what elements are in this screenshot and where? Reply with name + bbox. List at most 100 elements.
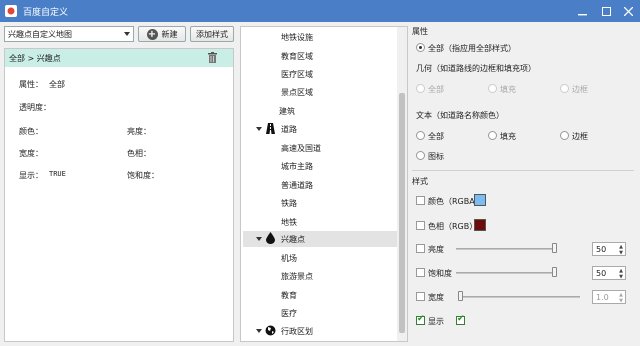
saturation-stepper[interactable]: 50 ▲ ▼ — [592, 266, 626, 280]
lightness-slider-thumb[interactable] — [552, 243, 557, 253]
app-icon — [5, 5, 17, 17]
tree-item[interactable]: 地铁设施 — [281, 32, 313, 43]
saturation-slider-thumb[interactable] — [552, 267, 557, 277]
close-button[interactable] — [616, 0, 640, 22]
tree-item[interactable]: 教育区域 — [281, 51, 313, 62]
style-list: 全部 > 兴趣点 属性： 全部 透明度： 颜色： 亮度： 宽度： 色相： 显示：… — [4, 48, 234, 342]
globe-icon — [265, 325, 276, 336]
lightness-label: 亮度 — [428, 245, 444, 254]
geom-border-radio[interactable] — [560, 84, 569, 93]
text-all-radio[interactable] — [416, 131, 425, 140]
minimize-icon — [577, 13, 587, 15]
text-fill-label: 填充 — [500, 132, 516, 141]
hue-checkbox[interactable] — [416, 221, 425, 230]
width-label: 宽度： — [19, 149, 43, 158]
plus-icon: + — [146, 28, 158, 40]
width-checkbox[interactable] — [416, 292, 425, 301]
geom-all-label: 全部 — [428, 85, 444, 94]
visible-value-checkbox[interactable] — [456, 314, 465, 325]
tree-item[interactable]: 兴趣点 — [281, 234, 305, 245]
text-border-label: 边框 — [572, 132, 588, 141]
saturation-value: 50 — [596, 268, 607, 278]
tree-item[interactable]: 旅游景点 — [281, 271, 313, 282]
tree-item[interactable]: 地铁 — [281, 217, 297, 228]
geom-border-label: 边框 — [572, 85, 588, 94]
map-select-value: 兴趣点自定义地图 — [8, 29, 72, 39]
maximize-button[interactable] — [594, 0, 618, 22]
spin-down-icon[interactable]: ▼ — [619, 274, 623, 280]
hue-label: 色相： — [127, 149, 151, 158]
lightness-value: 50 — [596, 244, 607, 254]
tree-item[interactable]: 教育 — [281, 290, 297, 301]
color-checkbox[interactable] — [416, 196, 425, 205]
attr-value: 全部 — [49, 80, 65, 89]
expand-arrow-icon[interactable] — [256, 237, 262, 241]
geom-fill-radio[interactable] — [488, 84, 497, 93]
tree-item[interactable]: 城市主路 — [281, 161, 313, 172]
tree-item[interactable]: 建筑 — [279, 106, 295, 117]
width-slider-thumb[interactable] — [458, 291, 463, 301]
visible-checkbox[interactable] — [416, 314, 425, 325]
saturation-label: 饱和度 — [428, 269, 452, 278]
style-row-label: 全部 > 兴趣点 — [9, 53, 61, 63]
geom-all-radio[interactable] — [416, 84, 425, 93]
maximize-icon — [601, 6, 611, 16]
spin-down-icon[interactable]: ▼ — [619, 298, 623, 304]
add-style-button[interactable]: 添加样式 — [190, 26, 234, 42]
opacity-label: 透明度： — [19, 103, 51, 112]
visible-label: 显示： — [19, 171, 43, 180]
new-button-label: 新建 — [161, 29, 178, 39]
chevron-down-icon — [124, 32, 130, 36]
layer-style-panel: 兴趣点自定义地图 + 新建 添加样式 全部 > 兴趣点 属性： 全部 透明度： … — [4, 26, 236, 342]
add-style-button-label: 添加样式 — [196, 29, 228, 39]
new-button[interactable]: + 新建 — [138, 26, 186, 42]
window-title: 百度自定义 — [23, 7, 69, 18]
tree-item[interactable]: 行政区划 — [281, 326, 313, 337]
hue-swatch[interactable] — [474, 219, 486, 231]
geom-fill-label: 填充 — [500, 85, 516, 94]
saturation-slider[interactable] — [456, 272, 556, 274]
tree-item[interactable]: 景点区域 — [281, 87, 313, 98]
text-all-label: 全部 — [428, 132, 444, 141]
lightness-slider[interactable] — [456, 248, 556, 250]
attr-all-radio[interactable] — [416, 43, 425, 52]
minimize-button[interactable] — [570, 0, 594, 22]
divider — [412, 170, 634, 171]
trash-icon[interactable] — [208, 52, 217, 63]
properties-panel: 属性 全部（指应用全部样式） 几何（如道路线的边框和填充项） 全部 填充 边框 … — [412, 26, 636, 342]
lightness-stepper[interactable]: 50 ▲ ▼ — [592, 242, 626, 256]
drop-icon — [266, 232, 275, 244]
map-select[interactable]: 兴趣点自定义地图 — [4, 26, 134, 42]
tree-item[interactable]: 铁路 — [281, 198, 297, 209]
width-slider[interactable] — [460, 296, 580, 298]
width-value: 1.0 — [596, 292, 609, 302]
tree-item[interactable]: 医疗区域 — [281, 69, 313, 80]
hue-label: 色相（RGB） — [428, 222, 478, 231]
color-swatch[interactable] — [474, 194, 486, 206]
visible-value: TRUE — [49, 170, 66, 178]
tree-item[interactable]: 机场 — [281, 253, 297, 264]
spin-down-icon[interactable]: ▼ — [619, 250, 623, 256]
text-icon-radio[interactable] — [416, 151, 425, 160]
color-label: 颜色： — [19, 127, 43, 136]
expand-arrow-icon[interactable] — [256, 127, 262, 131]
saturation-checkbox[interactable] — [416, 268, 425, 277]
expand-arrow-icon[interactable] — [256, 329, 262, 333]
saturation-label: 饱和度： — [127, 171, 159, 180]
tree-item[interactable]: 高速及国道 — [281, 143, 321, 154]
scrollbar-thumb[interactable] — [399, 93, 405, 333]
style-heading: 样式 — [412, 177, 428, 186]
tree-item[interactable]: 普通道路 — [281, 180, 313, 191]
text-fill-radio[interactable] — [488, 131, 497, 140]
geom-heading: 几何（如道路线的边框和填充项） — [416, 64, 536, 73]
tree-scrollbar[interactable] — [397, 27, 407, 341]
lightness-checkbox[interactable] — [416, 244, 425, 253]
attr-label: 属性： — [19, 80, 43, 89]
width-stepper[interactable]: 1.0 ▲ ▼ — [592, 290, 626, 304]
attr-heading: 属性 — [412, 27, 428, 36]
lightness-label: 亮度： — [127, 127, 151, 136]
style-row-selected[interactable]: 全部 > 兴趣点 — [5, 49, 233, 67]
text-border-radio[interactable] — [560, 131, 569, 140]
tree-item[interactable]: 医疗 — [281, 308, 297, 319]
tree-item[interactable]: 道路 — [281, 124, 297, 135]
